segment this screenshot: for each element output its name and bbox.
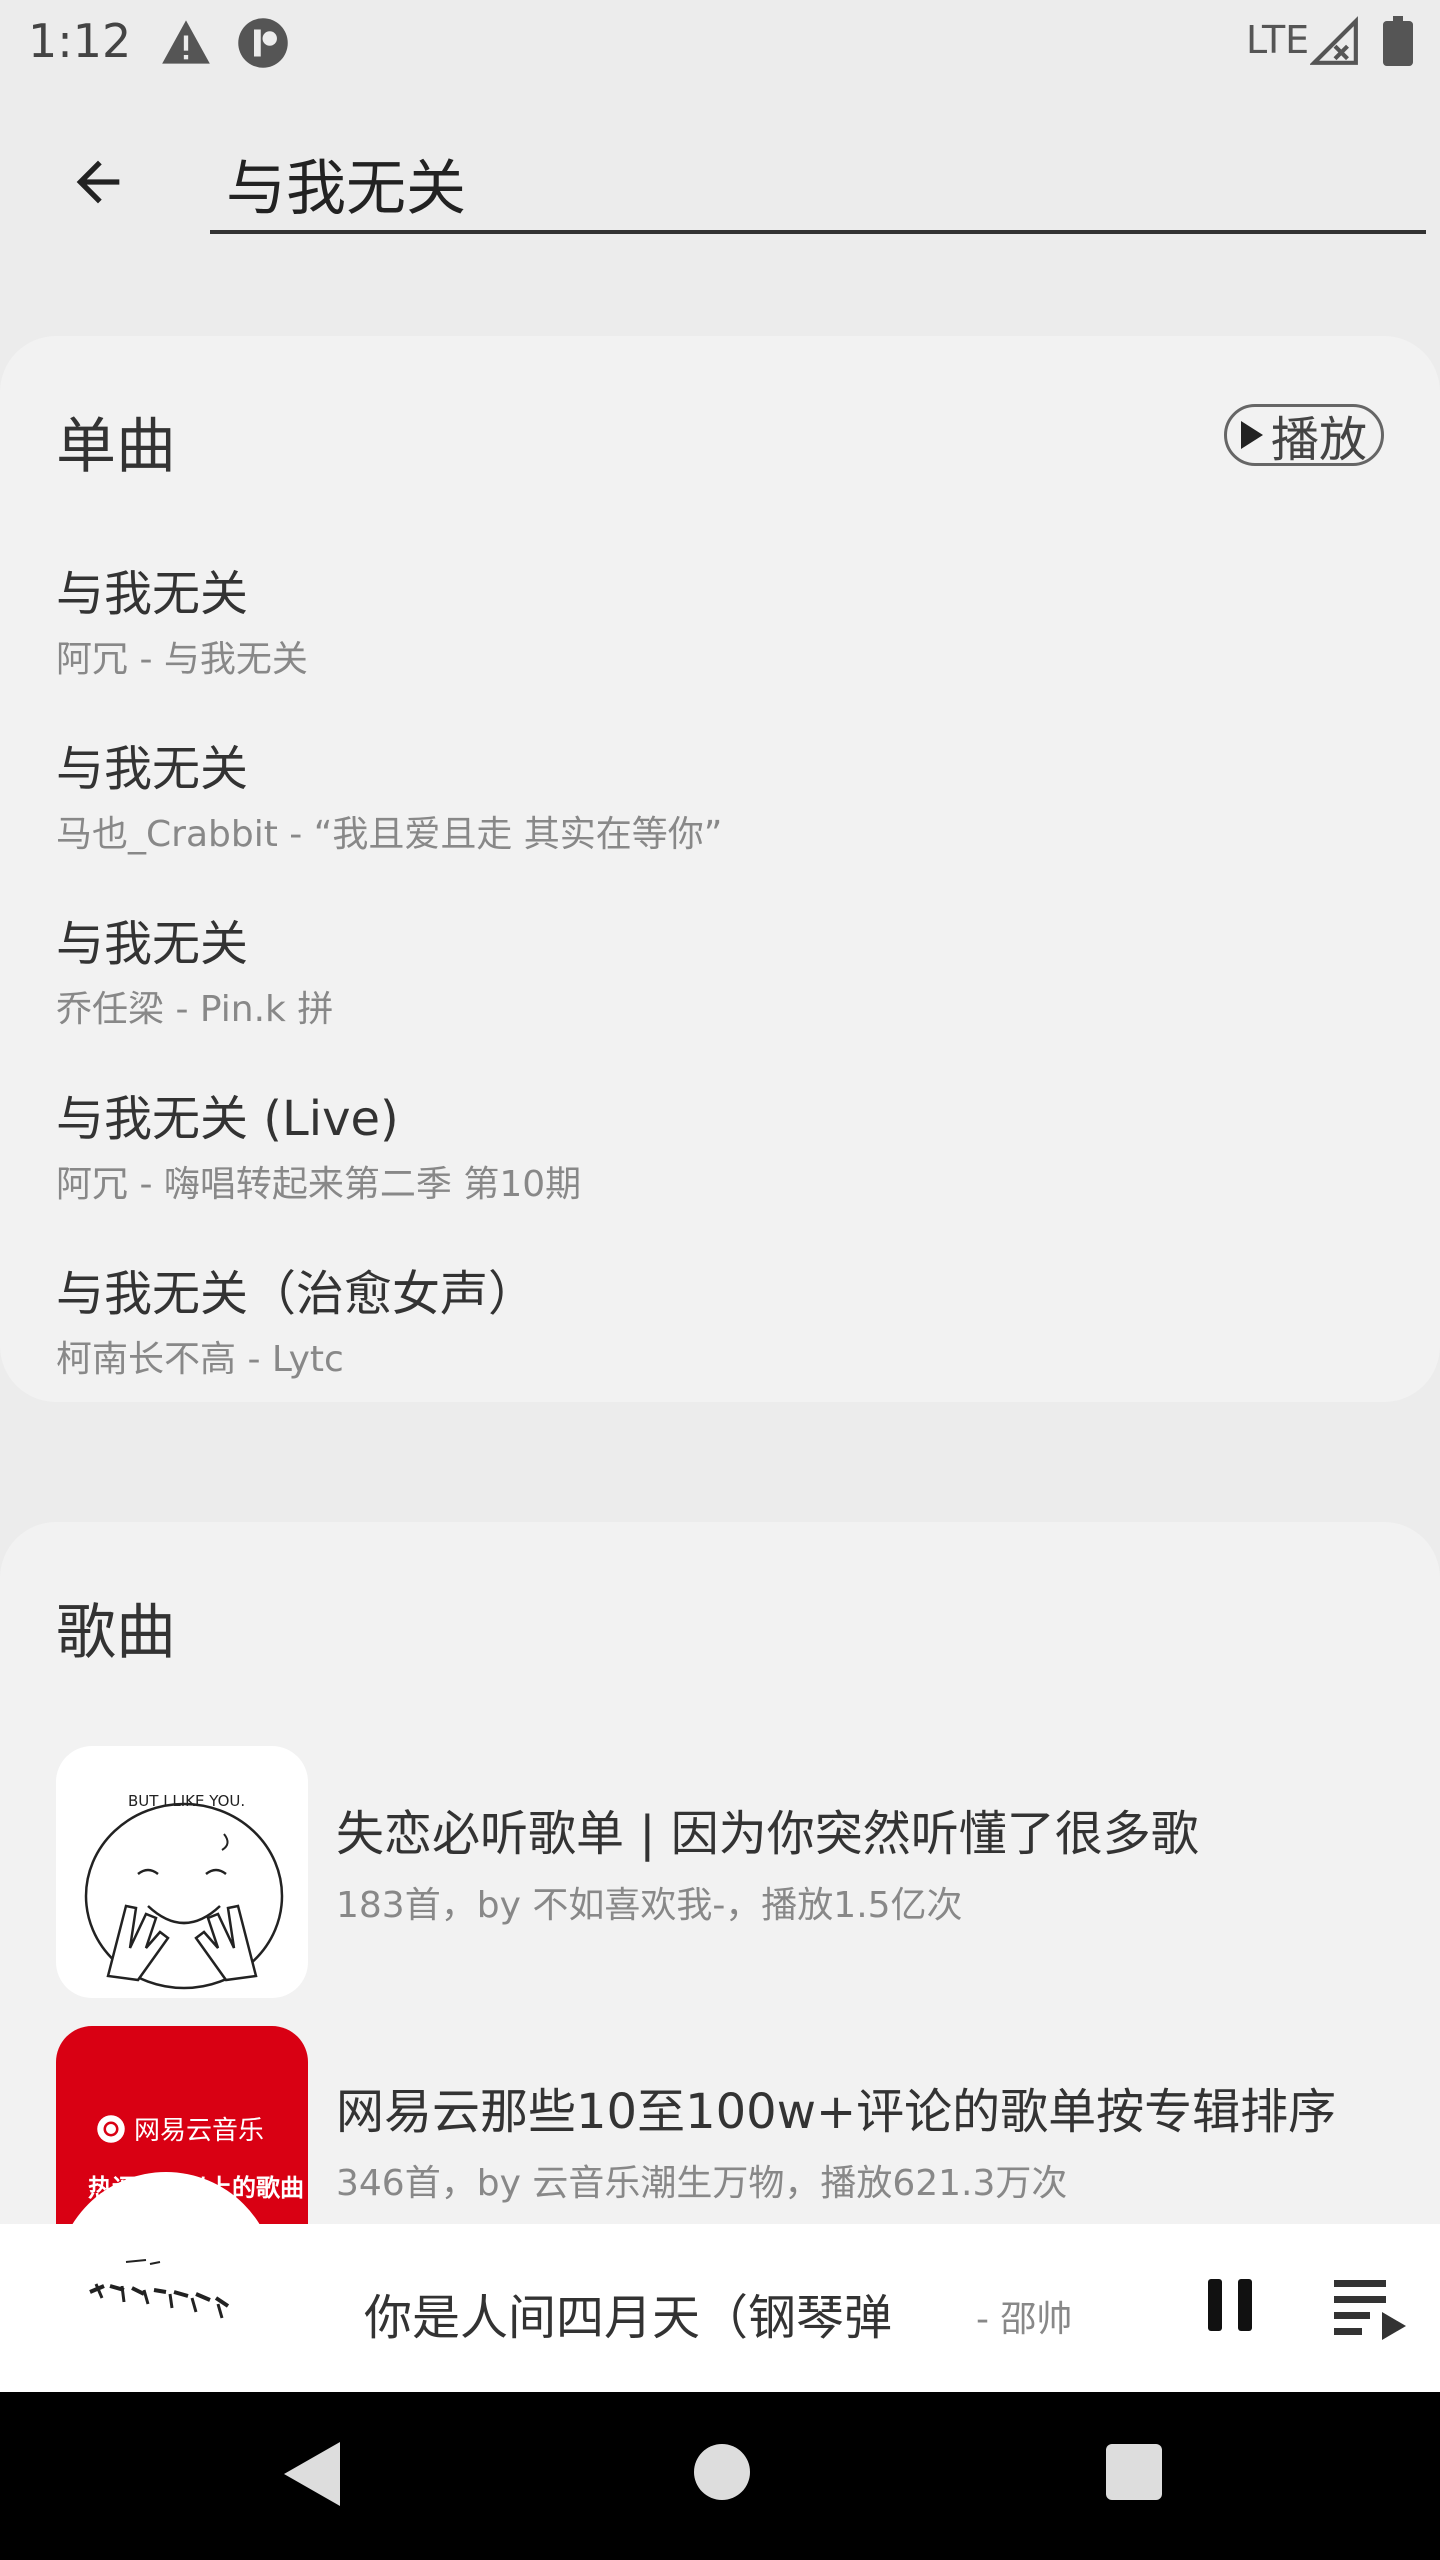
playlist-cover: BUT I LIKE YOU. <box>56 1746 308 1998</box>
now-playing-cover[interactable] <box>56 2172 276 2392</box>
playlist-cover-illustration: BUT I LIKE YOU. <box>84 1792 284 1990</box>
song-subtitle: 马也_Crabbit - “我且爱且走 其实在等你” <box>56 814 723 855</box>
playlist-subtitle: 183首，by 不如喜欢我-，播放1.5亿次 <box>336 1885 963 1926</box>
now-playing-title: 你是人间四月天（钢琴弹 <box>364 2290 893 2346</box>
song-title: 与我无关 <box>56 916 249 972</box>
playlist-item[interactable]: BUT I LIKE YOU. 失恋必听歌单 | 因为你突然听懂了很多歌 183… <box>56 1746 1416 1998</box>
song-title: 与我无关（治愈女声） <box>56 1266 537 1322</box>
network-type: LTE <box>1246 18 1310 62</box>
songs-section-title: 歌曲 <box>56 1598 176 1668</box>
cover-brand-label: 网易云音乐 <box>134 2116 265 2146</box>
song-subtitle: 柯南长不高 - Lytc <box>56 1339 344 1380</box>
arrow-left-icon <box>76 160 120 204</box>
now-playing-artist: - 邵帅 <box>976 2299 1073 2340</box>
back-button[interactable] <box>56 140 140 224</box>
search-input[interactable] <box>210 136 1426 234</box>
battery-icon <box>1383 16 1413 66</box>
pause-bar-icon <box>1208 2279 1222 2331</box>
song-subtitle: 乔任梁 - Pin.k 拼 <box>56 989 334 1030</box>
singles-section-title: 单曲 <box>56 412 176 482</box>
song-item[interactable]: 与我无关（治愈女声） 柯南长不高 - Lytc <box>56 1264 1356 1384</box>
nav-recents-icon[interactable] <box>1106 2444 1162 2500</box>
song-subtitle: 阿冗 - 与我无关 <box>56 639 308 680</box>
song-title: 与我无关 <box>56 741 249 797</box>
playlist-subtitle: 346首，by 云音乐潮生万物，播放621.3万次 <box>336 2163 1068 2204</box>
singles-card <box>0 336 1440 1402</box>
song-item[interactable]: 与我无关 马也_Crabbit - “我且爱且走 其实在等你” <box>56 739 1356 859</box>
status-bar: 1:12 LTE <box>0 0 1440 84</box>
app-notification-icon <box>238 18 288 68</box>
signal-icon <box>1310 16 1358 65</box>
warning-icon <box>162 20 210 64</box>
play-icon <box>1240 421 1263 449</box>
song-item[interactable]: 与我无关 (Live) 阿冗 - 嗨唱转起来第二季 第10期 <box>56 1089 1356 1209</box>
pause-button[interactable] <box>1200 2270 1260 2340</box>
screen: 1:12 LTE 单曲 播放 与我无关 <box>0 0 1440 2560</box>
mini-player[interactable]: 你是人间四月天（钢琴弹 - 邵帅 <box>0 2172 1440 2392</box>
song-title: 与我无关 (Live) <box>56 1091 399 1147</box>
cover-brand: 网易云音乐 <box>96 2110 264 2147</box>
play-all-label: 播放 <box>1270 412 1367 468</box>
nav-home-icon[interactable] <box>694 2444 750 2500</box>
system-nav-bar <box>0 2392 1440 2560</box>
playlist-title: 失恋必听歌单 | 因为你突然听懂了很多歌 <box>336 1806 1199 1862</box>
song-subtitle: 阿冗 - 嗨唱转起来第二季 第10期 <box>56 1164 582 1205</box>
song-item[interactable]: 与我无关 阿冗 - 与我无关 <box>56 564 1356 684</box>
playlist-title: 网易云那些10至100w+评论的歌单按专辑排序 <box>336 2084 1337 2140</box>
pause-bar-icon <box>1238 2279 1252 2331</box>
song-title: 与我无关 <box>56 566 249 622</box>
play-all-button[interactable]: 播放 <box>1224 404 1384 468</box>
cover-text: BUT I LIKE YOU. <box>128 1792 245 1810</box>
playlist-queue-icon[interactable] <box>1330 2268 1410 2348</box>
nav-back-icon[interactable] <box>272 2434 352 2514</box>
status-time: 1:12 <box>28 14 132 68</box>
song-item[interactable]: 与我无关 乔任梁 - Pin.k 拼 <box>56 914 1356 1034</box>
album-art-icon <box>58 2174 274 2390</box>
netease-logo-icon <box>97 2114 125 2143</box>
